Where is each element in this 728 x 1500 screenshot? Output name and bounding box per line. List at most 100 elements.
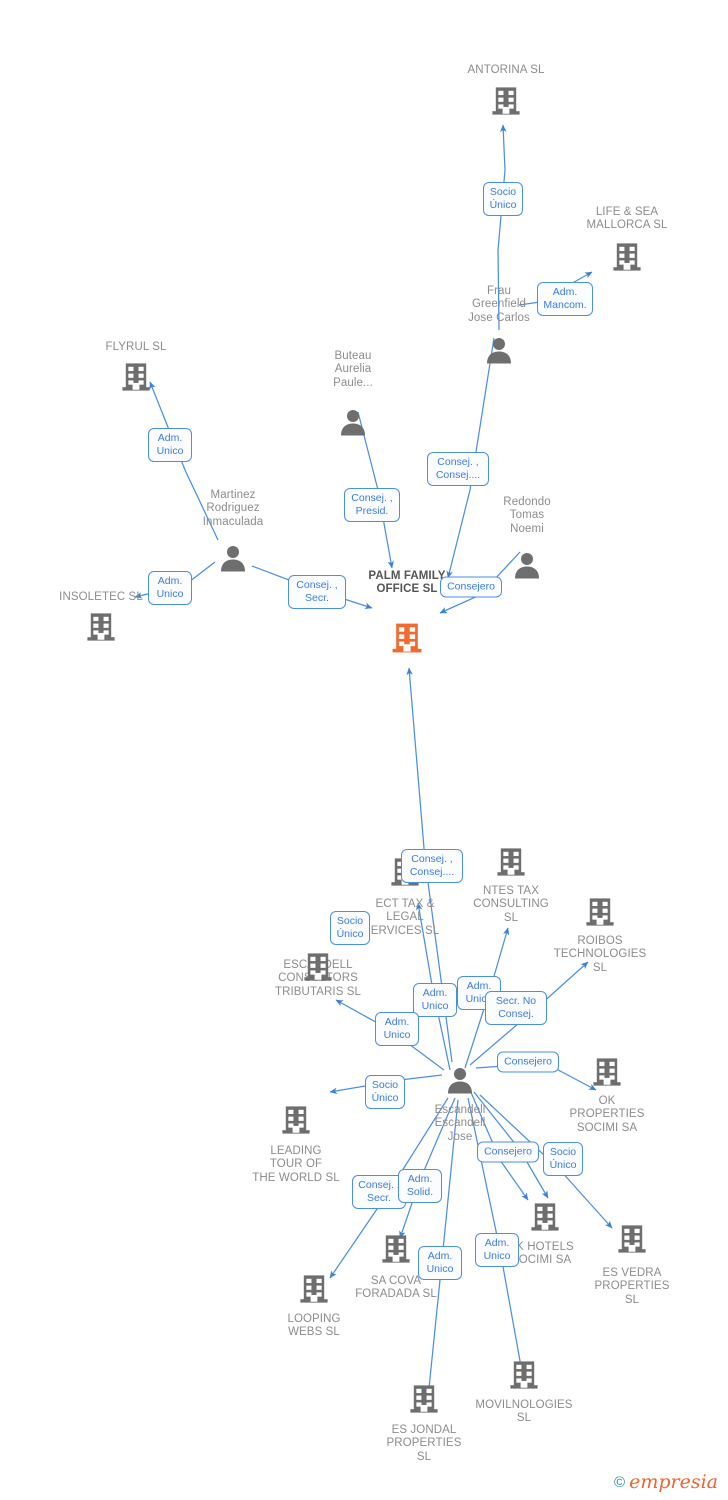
node-ntestax[interactable]: NTES TAX CONSULTING SL [473,885,549,925]
node-icon-khotels[interactable] [528,1200,562,1234]
node-icon-esvedra[interactable] [615,1222,649,1256]
copyright-icon: © [614,1474,626,1491]
node-label: NTES TAX CONSULTING SL [473,885,549,924]
building-icon [531,1203,559,1231]
node-khotels[interactable]: K HOTELS OCIMI SA [516,1241,574,1268]
node-looping[interactable]: LOOPING WEBS SL [287,1313,340,1340]
relation-chip-c1[interactable]: Socio Único [483,182,523,216]
relation-chip-c10[interactable]: Socio Único [330,911,370,945]
brand-wordmark: empresia [629,1471,718,1493]
node-label: FLYRUL SL [105,341,167,353]
node-label: MOVILNOLOGIES SL [475,1399,573,1425]
relation-chip-c15[interactable]: Consejero [497,1051,559,1073]
node-icon-movil[interactable] [507,1358,541,1392]
empresia-watermark: © empresia [614,1473,718,1492]
node-icon-martinez[interactable] [218,543,248,573]
person-icon [448,1068,472,1094]
node-label: LIFE & SEA MALLORCA SL [586,206,668,232]
building-icon [87,613,115,641]
node-icon-esjondal[interactable] [407,1382,441,1416]
node-icon-flyrul[interactable] [119,360,153,394]
relation-chip-c7[interactable]: Consej. , Secr. [288,575,346,609]
node-esjondal[interactable]: ES JONDAL PROPERTIES SL [387,1424,462,1464]
relation-chip-c11[interactable]: Adm. Unico [413,983,457,1017]
node-label: INSOLETEC SL [59,591,143,603]
node-icon-roibos[interactable] [583,895,617,929]
node-label: Redondo Tomas Noemi [503,496,551,535]
network-diagram-canvas: ANTORINA SL LIFE & SEA MALLORCA SL Frau Gr… [0,0,728,1500]
node-icon-redondo[interactable] [512,550,542,580]
node-icon-buteau[interactable] [338,407,368,437]
node-roibos[interactable]: ROIBOS TECHNOLOGIES SL [554,935,647,975]
node-icon-looping[interactable] [297,1272,331,1306]
node-lifesea[interactable]: LIFE & SEA MALLORCA SL [587,206,668,233]
node-icon-sacova[interactable] [379,1232,413,1266]
node-insoletec[interactable]: INSOLETEC SL [59,591,143,604]
node-label: ECT TAX & LEGAL ERVICES SL [370,898,440,937]
node-icon-jose[interactable] [445,1065,475,1095]
relation-chip-c4[interactable]: Consej. , Presid. [344,488,400,522]
person-icon [341,410,365,436]
node-icon-escandellc[interactable] [301,950,335,984]
building-icon [282,1106,310,1134]
node-flyrul[interactable]: FLYRUL SL [106,341,167,354]
node-label: PALM FAMILY OFFICE SL [368,570,446,596]
relation-chip-c21[interactable]: Adm. Unico [475,1233,519,1267]
node-icon-insoletec[interactable] [84,610,118,644]
node-frau[interactable]: Frau Greenfield Jose Carlos [468,285,530,325]
relation-chip-c2[interactable]: Adm. Mancom. [537,282,593,316]
relation-chip-c18[interactable]: Socio Único [543,1142,583,1176]
node-icon-palm[interactable] [389,620,425,656]
node-okprop[interactable]: OK PROPERTIES SOCIMI SA [570,1095,645,1135]
node-antorina[interactable]: ANTORINA SL [468,64,545,77]
relation-chip-c22[interactable]: Adm. Unico [418,1246,462,1280]
node-label: ANTORINA SL [467,64,545,76]
building-icon [122,363,150,391]
relation-chip-c8[interactable]: Consejero [440,576,502,598]
relation-chip-c14[interactable]: Adm. Unico [375,1012,419,1046]
node-palm[interactable]: PALM FAMILY OFFICE SL [368,570,445,597]
building-icon [304,953,332,981]
node-icon-okprop[interactable] [590,1055,624,1089]
person-icon [487,338,511,364]
relation-chip-c5[interactable]: Consej. , Consej.... [427,452,489,486]
node-icon-lifesea[interactable] [610,240,644,274]
node-label: OK PROPERTIES SOCIMI SA [569,1095,645,1134]
node-label: Martinez Rodriguez Inmaculada [202,489,264,528]
node-esvedra[interactable]: ES VEDRA PROPERTIES SL [595,1267,670,1307]
node-leading[interactable]: LEADING TOUR OF THE WORLD SL [252,1145,339,1185]
relation-chip-c9[interactable]: Consej. , Consej.... [401,849,463,883]
relation-chip-c3[interactable]: Adm. Unico [148,428,192,462]
node-buteau[interactable]: Buteau Aurelia Paule... [333,350,373,390]
building-icon [586,898,614,926]
node-movil[interactable]: MOVILNOLOGIES SL [475,1399,572,1426]
node-directtax[interactable]: ECT TAX & LEGAL ERVICES SL [371,898,440,938]
relation-chip-c6[interactable]: Adm. Unico [148,571,192,605]
node-redondo[interactable]: Redondo Tomas Noemi [503,496,550,536]
node-icon-antorina[interactable] [489,84,523,118]
node-label: Buteau Aurelia Paule... [333,350,373,389]
node-icon-frau[interactable] [484,335,514,365]
node-label: ROIBOS TECHNOLOGIES SL [553,935,647,974]
node-icon-leading[interactable] [279,1103,313,1137]
relation-chip-c13[interactable]: Secr. No Consej. [485,991,547,1025]
building-icon [410,1385,438,1413]
node-label: LEADING TOUR OF THE WORLD SL [252,1145,340,1184]
node-martinez[interactable]: Martinez Rodriguez Inmaculada [203,489,263,529]
building-icon [618,1225,646,1253]
building-icon [300,1275,328,1303]
node-jose[interactable]: Escandell Escandell Jose [435,1104,486,1144]
person-icon [515,553,539,579]
building-icon [497,848,525,876]
relation-chip-c20[interactable]: Adm. Solid. [398,1169,442,1203]
person-icon [221,546,245,572]
building-icon [392,623,422,653]
node-label: Frau Greenfield Jose Carlos [468,285,530,324]
building-icon [492,87,520,115]
node-label: ES JONDAL PROPERTIES SL [386,1424,462,1463]
relation-chip-c16[interactable]: Socio Único [365,1075,405,1109]
node-icon-ntestax[interactable] [494,845,528,879]
node-label: K HOTELS OCIMI SA [516,1241,574,1267]
building-icon [593,1058,621,1086]
relation-chip-c17[interactable]: Consejero [477,1141,539,1163]
